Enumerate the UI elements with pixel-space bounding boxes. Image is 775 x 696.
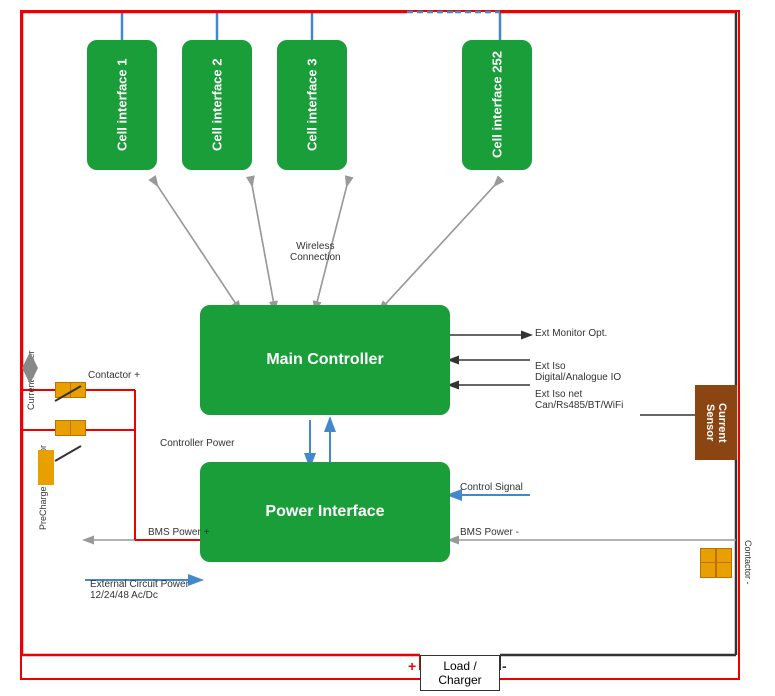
plus-sign: +: [408, 658, 416, 674]
cell-interface-3: Cell interface 3: [277, 40, 347, 170]
power-interface-box: Power Interface: [200, 462, 450, 562]
precharge-resistor: [38, 450, 54, 485]
load-charger-box: Load / Charger: [420, 655, 500, 691]
precharge-switch: [55, 445, 82, 462]
contactor-plus-label: Contactor +: [88, 370, 140, 381]
main-controller-box: Main Controller: [200, 305, 450, 415]
contactor-terminal-4: [70, 420, 86, 436]
bms-power-plus-label: BMS Power +: [148, 527, 209, 538]
cell-interface-1: Cell interface 1: [87, 40, 157, 170]
contactor-terminal-right-3: [700, 562, 716, 578]
external-circuit-label: External Circuit Power 12/24/48 Ac/Dc: [90, 568, 189, 601]
controller-power-label: Controller Power: [160, 438, 234, 449]
current-limiter-symbol-top: [22, 352, 38, 368]
minus-sign: -: [502, 658, 507, 674]
cell-interface-252: Cell interface 252: [462, 40, 532, 170]
ext-monitor-label: Ext Monitor Opt.: [535, 328, 607, 339]
cell-interface-2: Cell interface 2: [182, 40, 252, 170]
control-signal-label: Control Signal: [460, 482, 523, 493]
ext-iso-net-label: Ext Iso net Can/Rs485/BT/WiFi: [535, 378, 623, 411]
current-limiter-symbol-bottom: [22, 368, 38, 384]
diagram: Cell interface 1 Cell interface 2 Cell i…: [0, 0, 775, 696]
contactor-minus-label: Contactor -: [743, 540, 753, 620]
wireless-connection-label: Wireless Connection: [290, 230, 341, 263]
contactor-terminal-right-4: [716, 562, 732, 578]
current-sensor-box: Current Sensor: [695, 385, 737, 460]
bms-power-minus-label: BMS Power -: [460, 527, 519, 538]
contactor-terminal-2: [55, 420, 71, 436]
